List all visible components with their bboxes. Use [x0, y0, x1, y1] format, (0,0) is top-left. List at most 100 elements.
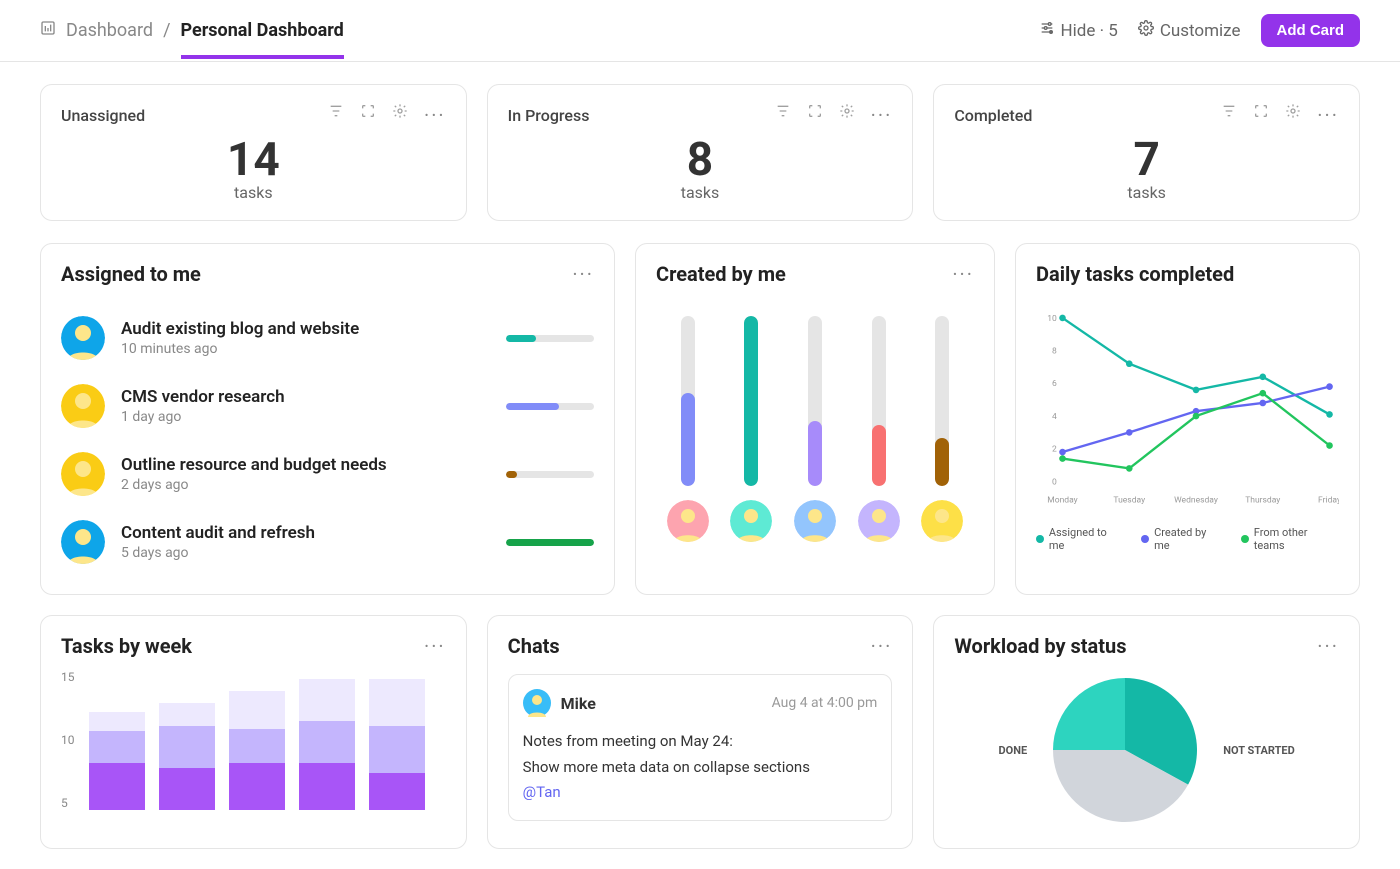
customize-button[interactable]: Customize	[1138, 20, 1241, 41]
breadcrumb-current[interactable]: Personal Dashboard	[181, 20, 344, 59]
task-item[interactable]: Audit existing blog and website 10 minut…	[61, 304, 594, 372]
chat-mention[interactable]: @Tan	[523, 780, 878, 806]
bar	[808, 316, 822, 486]
sliders-icon	[1039, 20, 1055, 41]
stat-unit: tasks	[508, 183, 893, 202]
task-name: Audit existing blog and website	[121, 319, 490, 339]
hide-button[interactable]: Hide · 5	[1039, 20, 1118, 41]
legend-item: Created by me	[1141, 526, 1223, 552]
line-chart: 0246810MondayTuesdayWednesdayThursdayFri…	[1036, 286, 1339, 516]
svg-text:Monday: Monday	[1047, 495, 1077, 505]
card-title: Assigned to me	[61, 262, 201, 286]
stacked-bar	[229, 691, 285, 810]
gear-icon[interactable]	[392, 103, 408, 127]
stat-card-unassigned[interactable]: Unassigned ··· 14 tasks	[40, 84, 467, 221]
svg-text:10: 10	[1047, 314, 1057, 324]
more-icon[interactable]: ···	[1317, 103, 1339, 127]
pie-label-not-started: NOT STARTED	[1223, 744, 1295, 757]
chat-line: Notes from meeting on May 24:	[523, 729, 878, 755]
avatar	[61, 520, 105, 564]
svg-text:8: 8	[1052, 346, 1057, 356]
middle-row: Assigned to me ··· Audit existing blog a…	[0, 243, 1400, 615]
filter-icon[interactable]	[775, 103, 791, 127]
card-title: Created by me	[656, 262, 786, 286]
pie-label-done: DONE	[999, 744, 1028, 757]
avatar-row	[656, 500, 974, 546]
avatar[interactable]	[858, 500, 900, 542]
stat-unit: tasks	[61, 183, 446, 202]
daily-chart-card: Daily tasks completed 0246810MondayTuesd…	[1015, 243, 1360, 595]
task-item[interactable]: Outline resource and budget needs 2 days…	[61, 440, 594, 508]
breadcrumb-separator: /	[163, 20, 170, 41]
svg-text:0: 0	[1052, 477, 1057, 487]
chat-message[interactable]: Mike Aug 4 at 4:00 pm Notes from meeting…	[508, 674, 893, 821]
avatar[interactable]	[794, 500, 836, 542]
gear-icon[interactable]	[1285, 103, 1301, 127]
more-icon[interactable]: ···	[871, 634, 893, 658]
avatar	[61, 452, 105, 496]
bottom-row: Tasks by week ··· 15105 Chats ··· Mike A…	[0, 615, 1400, 869]
avatar	[61, 316, 105, 360]
more-icon[interactable]: ···	[424, 103, 446, 127]
task-time: 2 days ago	[121, 477, 490, 493]
stacked-bar-chart	[61, 670, 446, 810]
chart-legend: Assigned to meCreated by meFrom other te…	[1036, 526, 1339, 552]
stat-title: Completed	[954, 106, 1032, 125]
expand-icon[interactable]	[360, 103, 376, 127]
stacked-bar	[369, 679, 425, 810]
more-icon[interactable]: ···	[572, 262, 594, 286]
svg-text:4: 4	[1052, 412, 1057, 422]
header: Dashboard / Personal Dashboard Hide · 5 …	[0, 0, 1400, 62]
expand-icon[interactable]	[1253, 103, 1269, 127]
stat-card-in-progress[interactable]: In Progress ··· 8 tasks	[487, 84, 914, 221]
stat-card-completed[interactable]: Completed ··· 7 tasks	[933, 84, 1360, 221]
card-title: Daily tasks completed	[1036, 262, 1339, 286]
svg-text:Wednesday: Wednesday	[1174, 495, 1218, 505]
gear-icon[interactable]	[839, 103, 855, 127]
assigned-card: Assigned to me ··· Audit existing blog a…	[40, 243, 615, 595]
svg-text:6: 6	[1052, 379, 1057, 389]
avatar[interactable]	[667, 500, 709, 542]
stacked-bar	[159, 703, 215, 810]
card-title: Chats	[508, 634, 560, 658]
avatar[interactable]	[730, 500, 772, 542]
bar	[935, 316, 949, 486]
filter-icon[interactable]	[328, 103, 344, 127]
stacked-bar	[89, 712, 145, 810]
svg-text:Thursday: Thursday	[1245, 495, 1280, 505]
chat-timestamp: Aug 4 at 4:00 pm	[772, 695, 878, 711]
dashboard-icon	[40, 20, 56, 41]
stat-cards-row: Unassigned ··· 14 tasks In Progress ··· …	[0, 62, 1400, 243]
progress-bar	[506, 335, 594, 342]
bar	[681, 316, 695, 486]
more-icon[interactable]: ···	[1317, 634, 1339, 658]
task-item[interactable]: Content audit and refresh 5 days ago	[61, 508, 594, 576]
add-card-button[interactable]: Add Card	[1261, 14, 1361, 47]
progress-bar	[506, 403, 594, 410]
task-time: 1 day ago	[121, 409, 490, 425]
more-icon[interactable]: ···	[424, 634, 446, 658]
expand-icon[interactable]	[807, 103, 823, 127]
pie-chart	[1045, 670, 1205, 830]
workload-card: Workload by status ··· DONE NOT STARTED	[933, 615, 1360, 849]
svg-text:Tuesday: Tuesday	[1113, 495, 1145, 505]
chats-card: Chats ··· Mike Aug 4 at 4:00 pm Notes fr…	[487, 615, 914, 849]
task-item[interactable]: CMS vendor research 1 day ago	[61, 372, 594, 440]
avatar[interactable]	[921, 500, 963, 542]
task-time: 5 days ago	[121, 545, 490, 561]
bar	[872, 316, 886, 486]
legend-item: From other teams	[1241, 526, 1339, 552]
more-icon[interactable]: ···	[952, 262, 974, 286]
task-time: 10 minutes ago	[121, 341, 490, 357]
more-icon[interactable]: ···	[871, 103, 893, 127]
breadcrumb: Dashboard / Personal Dashboard	[40, 20, 344, 41]
header-actions: Hide · 5 Customize Add Card	[1039, 14, 1360, 47]
stat-value: 8	[508, 133, 893, 187]
stacked-bar	[299, 679, 355, 810]
card-title: Workload by status	[954, 634, 1126, 658]
stat-value: 14	[61, 133, 446, 187]
task-name: CMS vendor research	[121, 387, 490, 407]
filter-icon[interactable]	[1221, 103, 1237, 127]
breadcrumb-root[interactable]: Dashboard	[66, 20, 153, 41]
tasks-by-week-card: Tasks by week ··· 15105	[40, 615, 467, 849]
